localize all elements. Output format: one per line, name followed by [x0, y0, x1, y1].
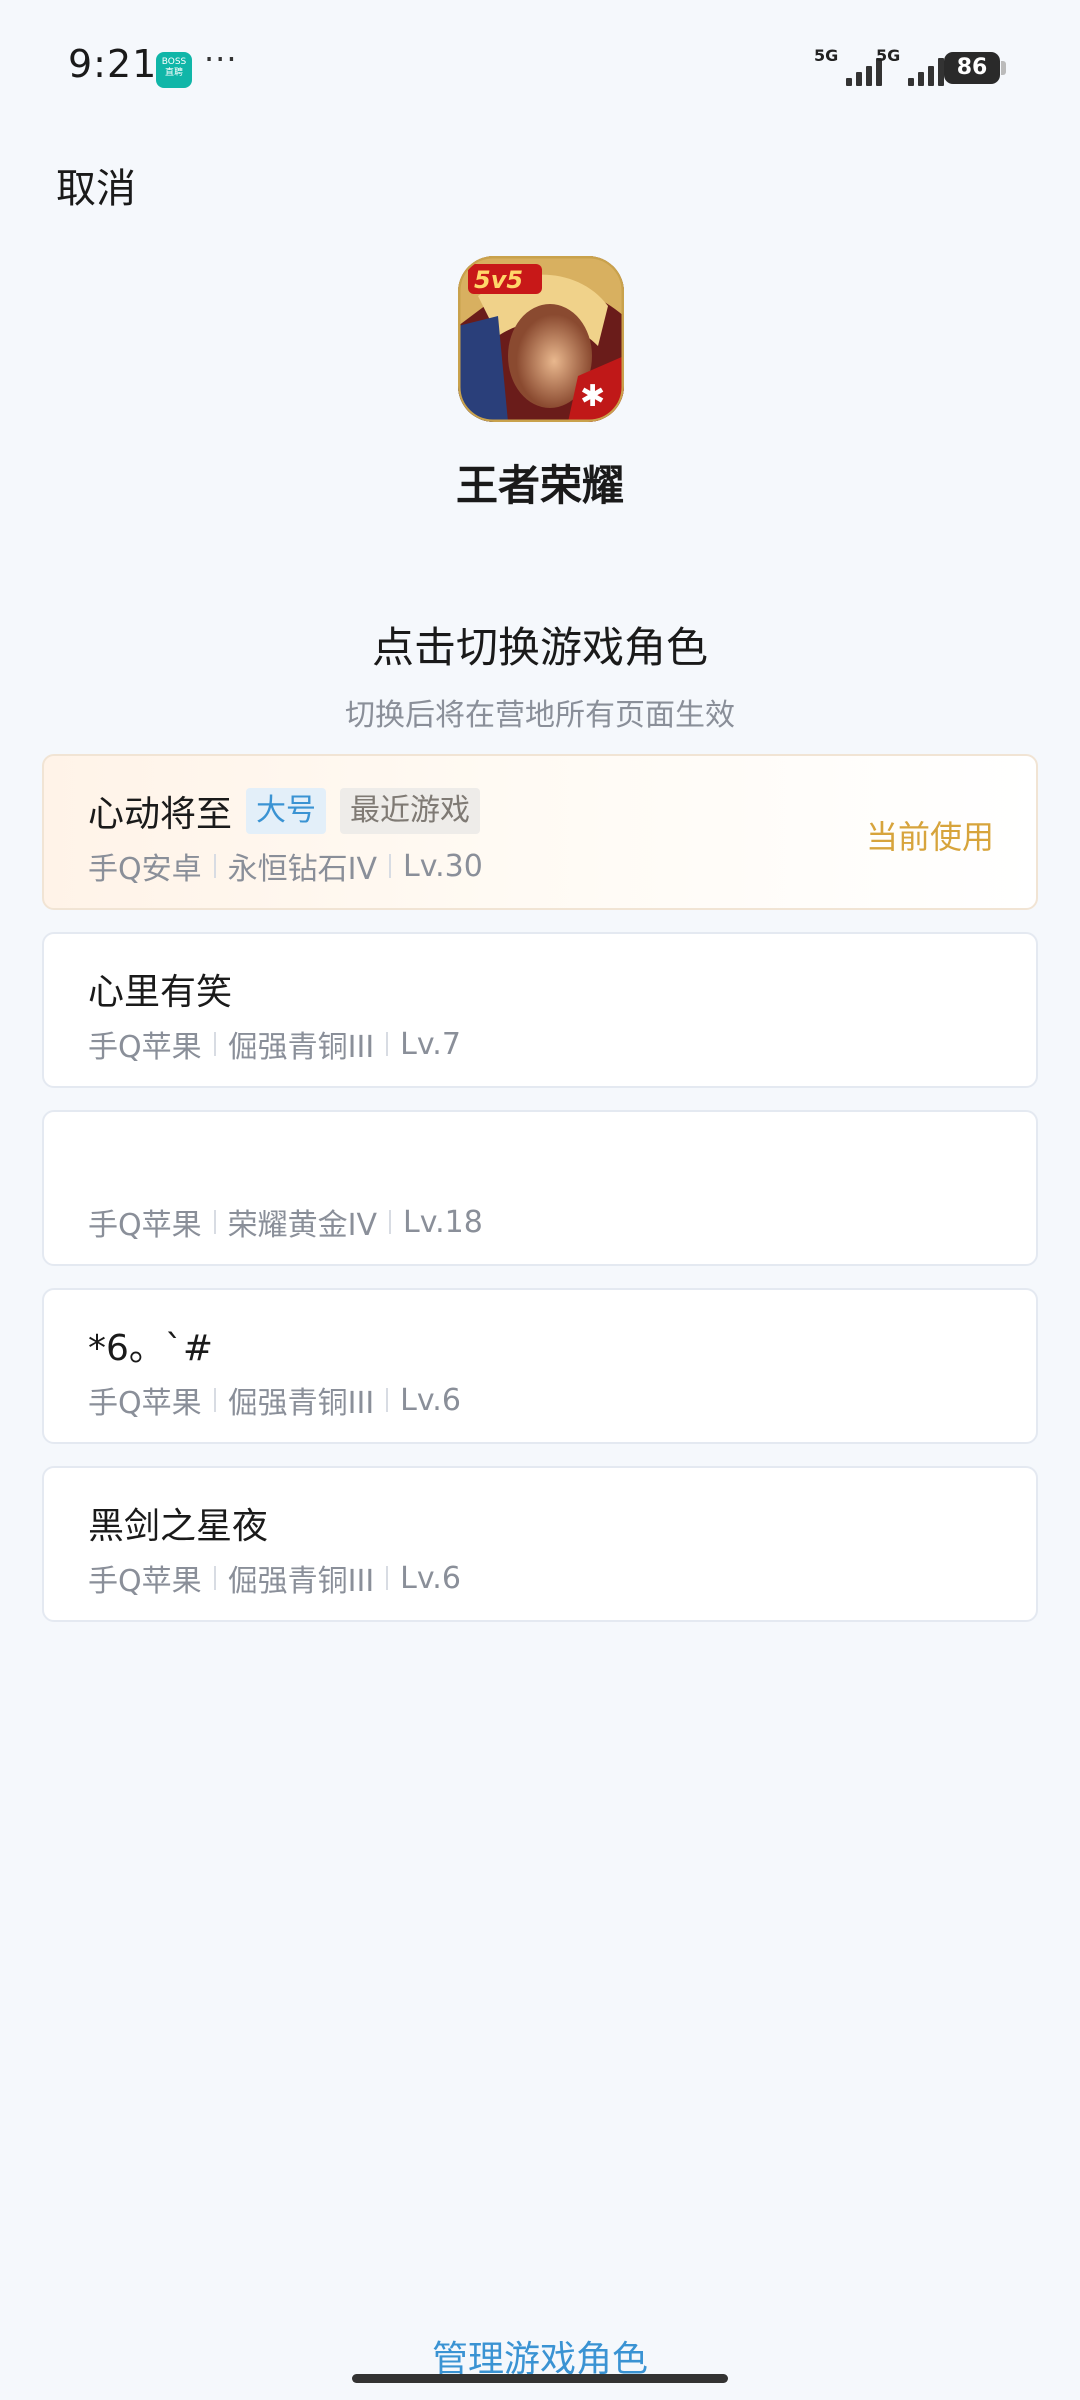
battery-tip	[1001, 61, 1006, 75]
boss-badge-line2: 直聘	[164, 68, 183, 78]
meta-divider	[213, 1032, 216, 1056]
role-level: Lv.30	[403, 848, 483, 884]
meta-divider	[389, 854, 391, 878]
role-name-row: 心里有笑	[88, 964, 232, 1014]
meta-divider	[386, 1032, 389, 1056]
role-level: Lv.6	[400, 1382, 461, 1418]
meta-divider	[213, 1566, 216, 1590]
svg-text:✱: ✱	[580, 379, 605, 414]
main-account-tag: 大号	[246, 788, 327, 834]
role-rank: 荣耀黄金IV	[227, 1208, 377, 1243]
role-rank: 倔强青铜III	[227, 1030, 375, 1065]
role-card[interactable]: *6。`# 手Q苹果 倔强青铜III Lv.6	[42, 1288, 1038, 1444]
game-app-icon: 5v5 ✱	[458, 256, 624, 422]
meta-divider	[389, 1210, 391, 1234]
svg-text:5v5: 5v5	[474, 266, 523, 294]
role-level: Lv.18	[403, 1204, 483, 1240]
role-platform: 手Q安卓	[88, 852, 202, 887]
meta-divider	[213, 1388, 216, 1412]
role-name-row: 心动将至 大号 最近游戏	[88, 786, 481, 836]
cellular-signal-icon-2: 5G	[876, 46, 946, 88]
role-rank: 永恒钻石IV	[227, 852, 377, 887]
role-list: 心动将至 大号 最近游戏 手Q安卓 永恒钻石IV Lv.30 当前使用 心里有笑…	[42, 754, 1038, 1644]
boss-badge-line1: BOSS	[161, 57, 187, 67]
role-level: Lv.6	[400, 1560, 461, 1596]
role-meta: 手Q苹果 倔强青铜III Lv.7	[88, 1022, 461, 1066]
status-bar: 9:21 BOSS 直聘 ··· 5G 5G 86	[0, 0, 1080, 140]
role-platform: 手Q苹果	[88, 1208, 202, 1243]
boss-app-badge-icon: BOSS 直聘	[156, 52, 192, 88]
signal-2-label: 5G	[876, 46, 901, 65]
status-time: 9:21	[68, 42, 158, 86]
role-platform: 手Q苹果	[88, 1030, 202, 1065]
role-name-row: *6。`#	[88, 1320, 213, 1370]
role-card[interactable]: 心里有笑 手Q苹果 倔强青铜III Lv.7	[42, 932, 1038, 1088]
section-subtitle: 切换后将在营地所有页面生效	[345, 698, 735, 733]
meta-divider	[213, 854, 216, 878]
meta-divider	[213, 1210, 216, 1234]
role-meta: 手Q苹果 倔强青铜III Lv.6	[88, 1556, 461, 1600]
role-platform: 手Q苹果	[88, 1386, 202, 1421]
meta-divider	[386, 1566, 389, 1590]
current-use-label: 当前使用	[865, 818, 994, 856]
role-name: 心动将至	[88, 794, 233, 835]
role-meta: 手Q苹果 倔强青铜III Lv.6	[88, 1378, 461, 1422]
role-card[interactable]: 手Q苹果 荣耀黄金IV Lv.18	[42, 1110, 1038, 1266]
role-card-current[interactable]: 心动将至 大号 最近游戏 手Q安卓 永恒钻石IV Lv.30 当前使用	[42, 754, 1038, 910]
home-indicator[interactable]	[352, 2374, 728, 2383]
role-name-row: 黑剑之星夜	[88, 1498, 268, 1548]
role-name: 黑剑之星夜	[88, 1506, 269, 1547]
game-name: 王者荣耀	[455, 461, 624, 510]
role-name: 心里有笑	[88, 972, 233, 1013]
role-meta: 手Q安卓 永恒钻石IV Lv.30	[88, 844, 483, 888]
role-platform: 手Q苹果	[88, 1564, 202, 1599]
ellipsis-icon: ···	[204, 40, 238, 78]
role-rank: 倔强青铜III	[227, 1386, 375, 1421]
role-rank: 倔强青铜III	[227, 1564, 375, 1599]
meta-divider	[386, 1388, 389, 1412]
recent-game-tag: 最近游戏	[340, 788, 481, 834]
role-card[interactable]: 黑剑之星夜 手Q苹果 倔强青铜III Lv.6	[42, 1466, 1038, 1622]
role-name: *6。`#	[88, 1328, 214, 1369]
section-title: 点击切换游戏角色	[371, 623, 708, 672]
role-meta: 手Q苹果 荣耀黄金IV Lv.18	[88, 1200, 483, 1244]
role-level: Lv.7	[400, 1026, 461, 1062]
cancel-button[interactable]: 取消	[56, 156, 136, 214]
signal-1-label: 5G	[814, 46, 839, 65]
cellular-signal-icon: 5G	[814, 46, 884, 88]
battery-icon: 86	[944, 52, 1000, 84]
